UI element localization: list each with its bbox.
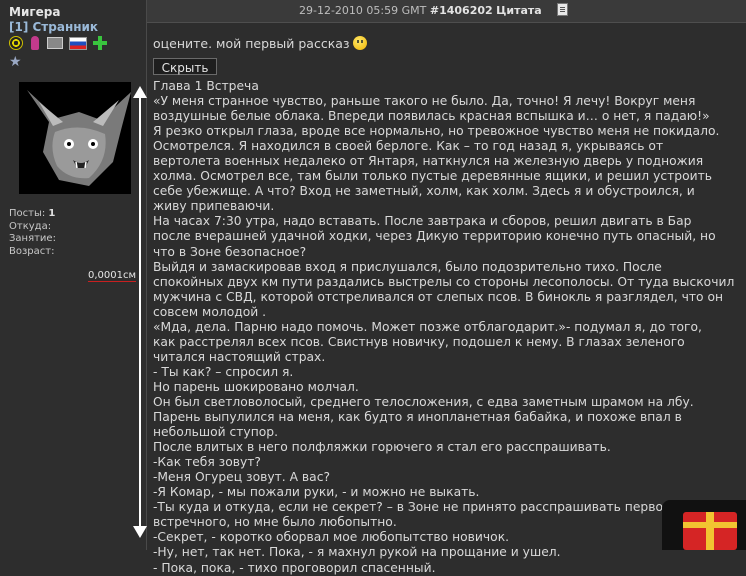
post-date: 29-12-2010 05:59 GMT xyxy=(299,4,427,17)
story-line: Глава 1 Встреча xyxy=(153,79,259,93)
gift-icon[interactable] xyxy=(683,512,737,550)
avatar xyxy=(19,82,131,194)
user-rank: [1] Странник xyxy=(9,20,99,34)
document-icon[interactable] xyxy=(557,3,568,16)
story-line: спокойных двух км пути раздались выстрел… xyxy=(153,274,735,289)
story-line: - Ты как? – спросил я. xyxy=(153,364,294,379)
story-line: -Ну, нет, так нет. Пока, - я махнул руко… xyxy=(153,545,561,560)
story-line: Парень выпулился на меня, как будто я ин… xyxy=(153,410,682,425)
story-line: воздушные белые облака. Впереди появилас… xyxy=(153,109,710,124)
avatar-bat-image xyxy=(19,82,131,194)
user-icon[interactable] xyxy=(31,36,39,50)
post-meta: 29-12-2010 05:59 GMT #1406202 Цитата xyxy=(299,4,542,17)
story-line: небольшой ступор. xyxy=(153,425,278,440)
story-line: холма. Осмотрел все, там были только пус… xyxy=(153,169,713,184)
hide-spoiler-button[interactable]: Скрыть xyxy=(153,58,217,75)
story-line: Я резко открыл глаза, вроде все нормальн… xyxy=(153,124,720,139)
story-line: что в Зоне безопасное? xyxy=(153,244,307,259)
arrow-up-icon xyxy=(133,86,147,98)
story-line: -Я Комар, - мы пожали руки, - и можно не… xyxy=(153,485,480,500)
stat-posts: Посты: 1 xyxy=(9,208,56,219)
story-line: Выйдя и замаскировав вход я прислушался,… xyxy=(153,259,662,274)
scroll-arrow-line xyxy=(139,94,141,534)
smile-icon xyxy=(352,36,367,50)
story-line: встречного, но мне было любопытно. xyxy=(153,515,397,530)
post-number[interactable]: #1406202 xyxy=(430,4,493,17)
story-line: На часах 7:30 утра, надо вставать. После… xyxy=(153,214,692,229)
story-line: После влитых в него полфляжки горючего я… xyxy=(153,440,611,455)
post-body: Глава 1 Встреча «У меня странное чувство,… xyxy=(153,79,743,576)
user-info-panel: Мигера [1] Странник ★ Посты: 1 Откуда: З… xyxy=(0,0,147,550)
story-line: -Ты куда и откуда, если не секрет? – в З… xyxy=(153,500,677,515)
quote-button[interactable]: Цитата xyxy=(496,4,542,17)
story-line: -Меня Огурец зовут. А вас? xyxy=(153,470,330,485)
flag-ru-icon xyxy=(69,36,87,50)
story-line: Осмотрелся. Я находился в своей берлоге.… xyxy=(153,139,664,154)
story-line: -Как тебя зовут? xyxy=(153,455,261,470)
radiation-icon xyxy=(9,36,23,50)
story-line: «Мда, дела. Парню надо помочь. Может поз… xyxy=(153,319,702,334)
story-line: - Пока, пока, - тихо проговорил спасенны… xyxy=(153,560,436,575)
story-line: Но парень шокировано молчал. xyxy=(153,379,359,394)
stat-from: Откуда: xyxy=(9,220,52,232)
star-icon: ★ xyxy=(9,54,22,70)
message-icon[interactable] xyxy=(47,37,63,49)
stat-occupation: Занятие: xyxy=(9,233,56,244)
post-lead: оцените. мой первый рассказ xyxy=(153,36,367,51)
story-line: читался настоящий страх. xyxy=(153,349,326,364)
story-line: совсем молодой . xyxy=(153,304,267,319)
stat-age: Возраст: xyxy=(9,245,55,257)
story-line: живу припеваючи. xyxy=(153,199,275,214)
add-friend-icon[interactable] xyxy=(93,36,107,50)
story-line: вертолета военных недалеко от Янтаря, на… xyxy=(153,154,704,169)
username[interactable]: Мигера xyxy=(9,5,60,19)
post-header: 29-12-2010 05:59 GMT #1406202 Цитата xyxy=(147,0,746,23)
user-icons xyxy=(9,36,107,50)
story-line: как расстрелял всех псов. Свистнув нович… xyxy=(153,334,685,349)
story-line: после вчерашней удачной ходки, через Дик… xyxy=(153,229,716,244)
story-line: -Секрет, - коротко оборвал мое любопытст… xyxy=(153,530,510,545)
user-stats: Посты: 1 Откуда: Занятие: Возраст: xyxy=(9,208,56,258)
story-line: себе убежище. А что? Вход не заметный, х… xyxy=(153,184,695,199)
story-line: Он был светловолосый, среднего телосложе… xyxy=(153,394,694,409)
arrow-down-icon xyxy=(133,526,147,538)
story-line: мужчина с СВД, которой отстреливался от … xyxy=(153,289,724,304)
reputation-value[interactable]: 0,0001см xyxy=(88,270,137,282)
story-line: «У меня странное чувство, раньше такого … xyxy=(153,94,696,109)
